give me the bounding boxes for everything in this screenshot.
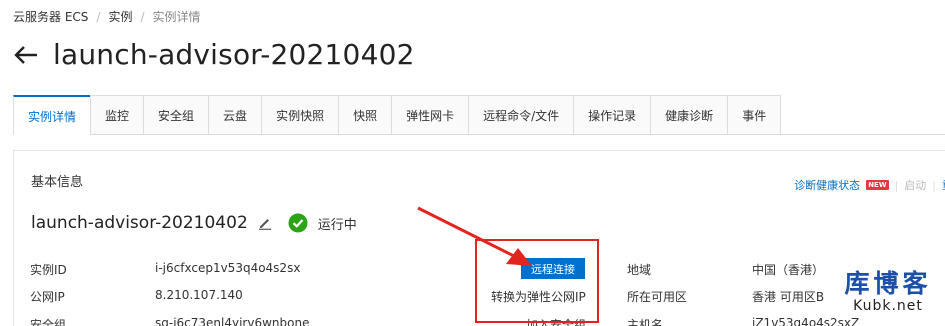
region-label: 地域 <box>627 263 652 277</box>
status-text: 运行中 <box>317 217 357 233</box>
tab-health-diagnosis[interactable]: 健康诊断 <box>650 95 729 134</box>
title-row: launch-advisor-20210402 <box>13 38 415 71</box>
tab-snapshots[interactable]: 快照 <box>338 95 393 134</box>
breadcrumb-current: 实例详情 <box>152 10 201 24</box>
breadcrumb-separator: / <box>140 9 145 24</box>
diagnose-health-link[interactable]: 诊断健康状态 <box>794 177 860 193</box>
tab-operation-logs[interactable]: 操作记录 <box>573 95 652 134</box>
tab-monitoring[interactable]: 监控 <box>90 95 145 134</box>
security-group-label: 安全组 <box>30 318 67 326</box>
tab-eni[interactable]: 弹性网卡 <box>391 95 470 134</box>
breadcrumb-separator: / <box>96 9 101 24</box>
public-ip-value: 8.210.107.140 <box>155 288 243 302</box>
panel-actions: 诊断健康状态 NEW | 启动 | 重 <box>794 177 945 193</box>
watermark-logo: 库博客 Kubk.net <box>838 270 938 320</box>
hostname-label: 主机名 <box>627 318 664 326</box>
left-arrow-icon[interactable] <box>13 42 39 68</box>
page-title: launch-advisor-20210402 <box>53 38 415 71</box>
instance-id-value: i-j6cfxcep1v53q4o4s2sx <box>155 261 301 275</box>
security-group-value: sg-j6c73enl4yirv6wnbone <box>155 316 310 326</box>
running-check-icon <box>288 213 308 233</box>
breadcrumb-instances[interactable]: 实例 <box>108 8 132 25</box>
tab-disks[interactable]: 云盘 <box>208 95 263 134</box>
instance-header: launch-advisor-20210402 运行中 <box>31 213 357 233</box>
edit-icon[interactable] <box>258 216 272 230</box>
breadcrumb-ecs[interactable]: 云服务器 ECS <box>13 8 88 25</box>
breadcrumb: 云服务器 ECS / 实例 / 实例详情 <box>13 8 201 25</box>
instance-id-label: 实例ID <box>30 263 67 277</box>
tab-instance-snapshots[interactable]: 实例快照 <box>261 95 340 134</box>
panel-title: 基本信息 <box>31 175 84 190</box>
tab-instance-details[interactable]: 实例详情 <box>13 95 92 135</box>
annotation-arrow-icon <box>417 206 532 266</box>
tab-bar: 实例详情 监控 安全组 云盘 实例快照 快照 弹性网卡 远程命令/文件 操作记录… <box>13 95 945 135</box>
zone-value: 香港 可用区B <box>752 290 825 304</box>
tab-remote-commands[interactable]: 远程命令/文件 <box>468 95 575 134</box>
action-separator: | <box>894 178 899 192</box>
instance-name: launch-advisor-20210402 <box>31 213 248 233</box>
public-ip-label: 公网IP <box>30 290 65 304</box>
region-value: 中国（香港） <box>752 263 825 277</box>
tab-security-groups[interactable]: 安全组 <box>143 95 210 134</box>
tab-events[interactable]: 事件 <box>727 95 782 134</box>
action-separator: | <box>932 178 936 192</box>
start-action[interactable]: 启动 <box>904 177 926 193</box>
zone-label: 所在可用区 <box>627 290 688 304</box>
watermark-main-text: 库博客 <box>844 269 932 298</box>
watermark-sub-text: Kubk.net <box>853 298 923 314</box>
new-badge: NEW <box>866 180 889 190</box>
